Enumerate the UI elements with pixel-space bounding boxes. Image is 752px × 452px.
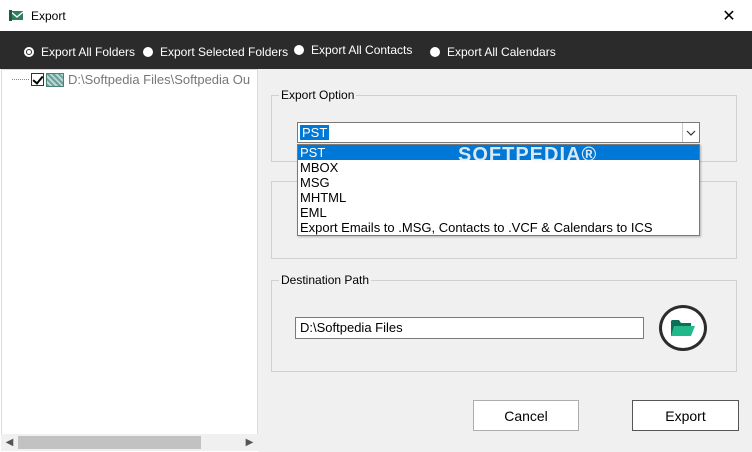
title-bar: Export ✕: [0, 0, 752, 31]
folder-tree: D:\Softpedia Files\Softpedia Ou: [1, 69, 258, 451]
open-folder-icon: [671, 320, 695, 336]
options-panel: Export Option Destination Path PST PST M…: [258, 69, 752, 452]
radio-export-all-calendars[interactable]: Export All Calendars: [430, 45, 556, 59]
export-button[interactable]: Export: [632, 400, 739, 431]
export-option-legend: Export Option: [279, 88, 357, 102]
tree-item-label: D:\Softpedia Files\Softpedia Ou: [68, 72, 251, 87]
radio-unselected-icon: [143, 47, 153, 57]
radio-unselected-icon: [430, 47, 440, 57]
tree-connector: [12, 79, 29, 80]
export-format-select[interactable]: PST: [297, 122, 700, 143]
export-format-selected-value: PST: [300, 125, 330, 140]
close-button[interactable]: ✕: [706, 0, 752, 31]
scroll-right-icon[interactable]: ▶: [241, 434, 258, 451]
pst-file-icon: [46, 72, 64, 87]
window-title: Export: [31, 9, 66, 23]
dropdown-option-split-formats[interactable]: Export Emails to .MSG, Contacts to .VCF …: [298, 220, 699, 235]
dropdown-option-msg[interactable]: MSG: [298, 175, 699, 190]
export-mode-bar: Export All Folders Export Selected Folde…: [0, 31, 752, 69]
close-icon: ✕: [722, 7, 736, 25]
radio-unselected-icon: [294, 45, 304, 55]
destination-path-input[interactable]: D:\Softpedia Files: [295, 317, 644, 339]
radio-export-all-contacts[interactable]: Export All Contacts: [294, 43, 412, 57]
scroll-left-icon[interactable]: ◀: [1, 434, 18, 451]
tree-item-checkbox[interactable]: [31, 73, 44, 86]
dropdown-option-eml[interactable]: EML: [298, 205, 699, 220]
cancel-button[interactable]: Cancel: [473, 400, 579, 431]
radio-selected-icon: [24, 47, 34, 57]
tree-item-root[interactable]: D:\Softpedia Files\Softpedia Ou: [12, 72, 250, 87]
dropdown-option-mhtml[interactable]: MHTML: [298, 190, 699, 205]
radio-export-selected-folders[interactable]: Export Selected Folders: [143, 45, 288, 59]
destination-path-legend: Destination Path: [279, 273, 372, 287]
radio-label: Export All Folders: [41, 45, 136, 59]
radio-label: Export Selected Folders: [160, 45, 289, 59]
radio-export-all-folders[interactable]: Export All Folders: [24, 45, 135, 59]
scrollbar-thumb[interactable]: [18, 436, 201, 449]
export-app-icon: [9, 10, 24, 21]
browse-folder-button[interactable]: [659, 305, 707, 351]
radio-label: Export All Contacts: [311, 43, 413, 57]
tree-horizontal-scrollbar[interactable]: ◀ ▶: [1, 434, 258, 451]
radio-label: Export All Calendars: [447, 45, 556, 59]
softpedia-watermark: SOFTPEDIA®: [458, 144, 598, 166]
chevron-down-icon[interactable]: [682, 123, 699, 142]
